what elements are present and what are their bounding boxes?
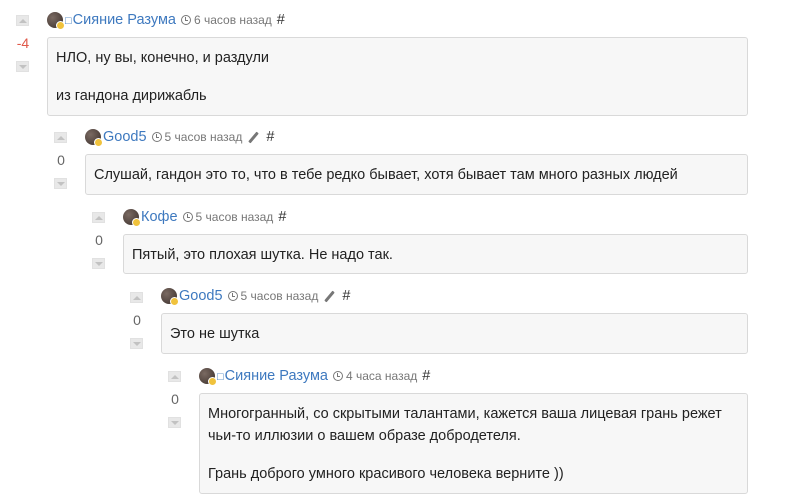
downvote-button[interactable] <box>92 258 105 269</box>
author-link[interactable]: □Сияние Разума <box>217 368 328 384</box>
comment-time[interactable]: 5 часов назад <box>196 210 274 224</box>
comment-body: Слушай, гандон это то, что в тебе редко … <box>85 154 748 195</box>
author-name: Кофе <box>141 209 178 225</box>
comment-score: 0 <box>95 232 103 248</box>
downvote-button[interactable] <box>168 417 181 428</box>
upvote-button[interactable] <box>168 371 181 382</box>
author-name: Good5 <box>103 129 147 145</box>
vote-widget: -4 <box>8 12 38 74</box>
avatar[interactable] <box>85 129 103 147</box>
comment-text: НЛО, ну вы, конечно, и раздули <box>56 50 270 66</box>
avatar[interactable] <box>199 368 217 386</box>
permalink[interactable]: # <box>266 129 274 145</box>
online-badge <box>56 21 65 30</box>
online-badge <box>94 138 103 147</box>
user-marker-icon: □ <box>217 371 224 383</box>
author-name: Сияние Разума <box>224 368 328 384</box>
comment-text: Слушай, гандон это то, что в тебе редко … <box>94 167 678 183</box>
history-icon[interactable] <box>227 291 238 301</box>
comment-meta: Good5 5 часов назад # <box>85 127 274 147</box>
pencil-icon[interactable] <box>248 131 260 143</box>
permalink[interactable]: # <box>277 12 285 28</box>
vote-widget: 0 <box>46 129 76 191</box>
comment-meta: □Сияние Разума 6 часов назад # <box>47 10 285 30</box>
permalink[interactable]: # <box>278 209 286 225</box>
comment-body: НЛО, ну вы, конечно, и раздули из гандон… <box>47 37 748 116</box>
comment-text: Это не шутка <box>170 326 260 342</box>
avatar[interactable] <box>47 12 65 30</box>
upvote-button[interactable] <box>54 132 67 143</box>
history-icon[interactable] <box>180 15 191 25</box>
vote-widget: 0 <box>84 209 114 271</box>
upvote-button[interactable] <box>92 212 105 223</box>
comment-text: Многогранный, со скрытыми талантами, каж… <box>208 406 722 444</box>
comment-time[interactable]: 5 часов назад <box>165 130 243 144</box>
comment-time[interactable]: 6 часов назад <box>194 13 272 27</box>
author-name: Сияние Разума <box>72 12 176 28</box>
comment-text: из гандона дирижабль <box>56 88 207 104</box>
avatar[interactable] <box>161 288 179 306</box>
author-link[interactable]: Good5 <box>179 288 223 304</box>
author-link[interactable]: Good5 <box>103 129 147 145</box>
comment-meta: Good5 5 часов назад # <box>161 286 350 306</box>
comment-meta: Кофе 5 часов назад # <box>123 207 286 227</box>
author-link[interactable]: □Сияние Разума <box>65 12 176 28</box>
permalink[interactable]: # <box>342 288 350 304</box>
comment-score: -4 <box>16 35 30 51</box>
history-icon[interactable] <box>182 212 193 222</box>
comment-meta: □Сияние Разума 4 часа назад # <box>199 366 430 386</box>
history-icon[interactable] <box>332 371 343 381</box>
comment-time[interactable]: 5 часов назад <box>241 289 319 303</box>
history-icon[interactable] <box>151 132 162 142</box>
avatar[interactable] <box>123 209 141 227</box>
comment-score: 0 <box>171 391 179 407</box>
upvote-button[interactable] <box>16 15 29 26</box>
comment-score: 0 <box>57 152 65 168</box>
downvote-button[interactable] <box>130 338 143 349</box>
vote-widget: 0 <box>122 289 152 351</box>
vote-widget: 0 <box>160 368 190 430</box>
comment-text: Грань доброго умного красивого человека … <box>208 466 564 482</box>
author-link[interactable]: Кофе <box>141 209 178 225</box>
online-badge <box>170 297 179 306</box>
online-badge <box>208 377 217 386</box>
upvote-button[interactable] <box>130 292 143 303</box>
comment-text: Пятый, это плохая шутка. Не надо так. <box>132 247 393 263</box>
comment-body: Пятый, это плохая шутка. Не надо так. <box>123 234 748 274</box>
downvote-button[interactable] <box>54 178 67 189</box>
author-name: Good5 <box>179 288 223 304</box>
comment-score: 0 <box>133 312 141 328</box>
pencil-icon[interactable] <box>324 290 336 302</box>
comment-time[interactable]: 4 часа назад <box>346 369 417 383</box>
comment-body: Это не шутка <box>161 313 748 354</box>
comment-body: Многогранный, со скрытыми талантами, каж… <box>199 393 748 494</box>
user-marker-icon: □ <box>65 15 72 27</box>
online-badge <box>132 218 141 227</box>
permalink[interactable]: # <box>422 368 430 384</box>
downvote-button[interactable] <box>16 61 29 72</box>
